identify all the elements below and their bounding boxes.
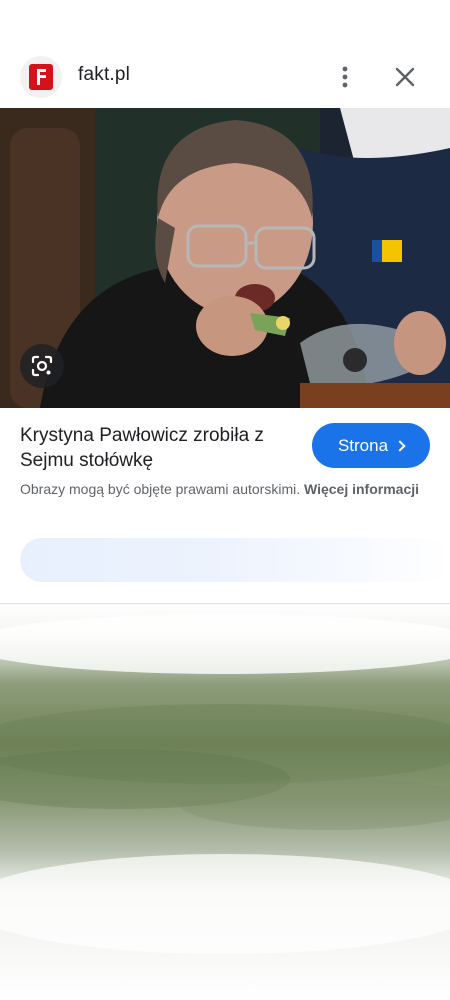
google-lens-icon[interactable] [20, 344, 64, 388]
related-image-placeholder [0, 604, 450, 1000]
result-image[interactable] [0, 108, 450, 408]
more-vert-icon[interactable] [330, 62, 360, 92]
visit-page-label: Strona [337, 435, 389, 455]
copyright-text: Obrazy mogą być objęte prawami autorskim… [20, 481, 301, 497]
site-name[interactable]: fakt.pl [78, 64, 130, 86]
chevron-right-icon [394, 439, 406, 452]
viewer-header: fakt.pl [0, 50, 450, 104]
fakt-logo-icon[interactable] [20, 56, 62, 98]
photo-illustration [0, 108, 450, 408]
visit-page-button[interactable]: Strona [312, 423, 430, 468]
result-title[interactable]: Krystyna Pawłowicz zrobiła z Sejmu stołó… [20, 423, 300, 473]
close-icon[interactable] [390, 62, 420, 92]
logo-mark [29, 64, 53, 90]
loading-placeholder [20, 538, 450, 582]
blurred-image [0, 604, 450, 1000]
more-info-link[interactable]: Więcej informacji [304, 481, 419, 497]
copyright-notice: Obrazy mogą być objęte prawami autorskim… [20, 479, 430, 499]
